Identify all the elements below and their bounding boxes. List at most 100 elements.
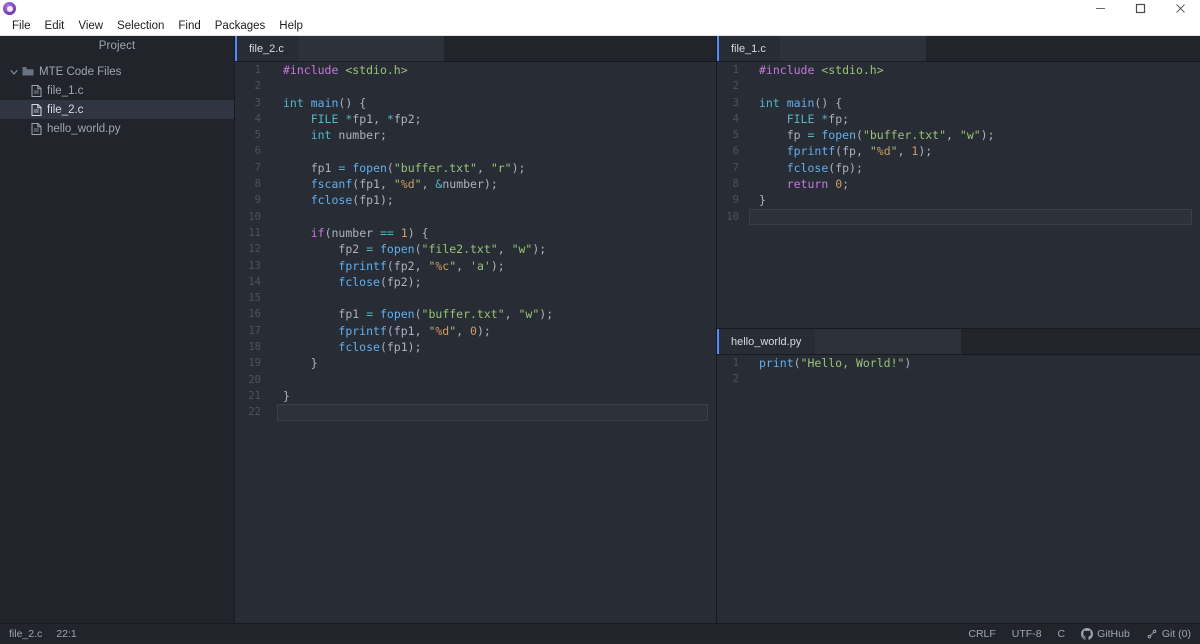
tree-item-label: hello_world.py [47, 123, 121, 135]
menu-file[interactable]: File [5, 17, 38, 36]
line-number: 9 [717, 192, 745, 208]
menu-find[interactable]: Find [171, 17, 207, 36]
status-github[interactable]: GitHub [1081, 628, 1130, 640]
menu-edit[interactable]: Edit [38, 17, 72, 36]
line-number: 14 [235, 274, 269, 290]
code-line[interactable]: 1print("Hello, World!") [717, 355, 1200, 371]
line-number: 5 [235, 127, 269, 143]
line-number: 16 [235, 306, 269, 322]
menu-packages[interactable]: Packages [208, 17, 273, 36]
cursor-line-highlight [749, 209, 1192, 225]
file-icon [28, 85, 44, 97]
maximize-button[interactable] [1120, 0, 1160, 17]
tree-root-mte-code-files[interactable]: MTE Code Files [0, 62, 234, 81]
code-line[interactable]: 1#include <stdio.h> [717, 62, 1200, 78]
line-number: 7 [717, 160, 745, 176]
line-number: 1 [717, 62, 745, 78]
code-line[interactable]: 8 fscanf(fp1, "%d", &number); [235, 176, 716, 192]
line-number: 21 [235, 388, 269, 404]
code-editor-left[interactable]: 1#include <stdio.h>23int main() {4 FILE … [235, 62, 716, 623]
code-line[interactable]: 14 fclose(fp2); [235, 274, 716, 290]
code-line[interactable]: 9 fclose(fp1); [235, 192, 716, 208]
code-line[interactable]: 17 fprintf(fp1, "%d", 0); [235, 323, 716, 339]
menu-help[interactable]: Help [272, 17, 310, 36]
code-line[interactable]: 8 return 0; [717, 176, 1200, 192]
line-number: 17 [235, 323, 269, 339]
code-line[interactable]: 12 fp2 = fopen("file2.txt", "w"); [235, 241, 716, 257]
code-line[interactable]: 3int main() { [235, 95, 716, 111]
code-line[interactable]: 2 [717, 78, 1200, 94]
chevron-down-icon[interactable] [8, 68, 20, 76]
code-line[interactable]: 7 fclose(fp); [717, 160, 1200, 176]
editor-pane-left: file_2.c 1#include <stdio.h>23int main()… [235, 36, 717, 623]
code-line[interactable]: 2 [235, 78, 716, 94]
line-content: fclose(fp2); [269, 274, 422, 290]
line-number: 4 [235, 111, 269, 127]
status-bar: file_2.c 22:1 CRLF UTF-8 C GitHub Git (0… [0, 623, 1200, 644]
line-content: fp1 = fopen("buffer.txt", "r"); [269, 160, 525, 176]
tab-file-1-c[interactable]: file_1.c [717, 36, 780, 62]
code-line[interactable]: 21} [235, 388, 716, 404]
code-line[interactable]: 11 if(number == 1) { [235, 225, 716, 241]
line-content: print("Hello, World!") [745, 355, 911, 371]
line-number: 18 [235, 339, 269, 355]
line-content: fprintf(fp2, "%c", 'a'); [269, 258, 505, 274]
code-line[interactable]: 4 FILE *fp; [717, 111, 1200, 127]
line-number: 2 [717, 78, 745, 94]
code-line[interactable]: 20 [235, 372, 716, 388]
close-button[interactable] [1160, 0, 1200, 17]
line-number: 4 [717, 111, 745, 127]
status-grammar[interactable]: C [1058, 628, 1066, 640]
code-line[interactable]: 19 } [235, 355, 716, 371]
code-line[interactable]: 3int main() { [717, 95, 1200, 111]
menu-bar: File Edit View Selection Find Packages H… [0, 17, 1200, 36]
code-line[interactable]: 10 [717, 209, 1200, 225]
status-filename[interactable]: file_2.c [9, 628, 42, 640]
code-line[interactable]: 16 fp1 = fopen("buffer.txt", "w"); [235, 306, 716, 322]
minimize-button[interactable] [1080, 0, 1120, 17]
tree-item-file-2-c[interactable]: file_2.c [0, 100, 234, 119]
code-editor-right-bottom[interactable]: 1print("Hello, World!")2 [717, 355, 1200, 623]
status-encoding[interactable]: UTF-8 [1012, 628, 1042, 640]
line-content: int main() { [745, 95, 842, 111]
code-line[interactable]: 6 fprintf(fp, "%d", 1); [717, 143, 1200, 159]
line-content: #include <stdio.h> [269, 62, 408, 78]
code-line[interactable]: 5 int number; [235, 127, 716, 143]
status-git-label: Git (0) [1162, 628, 1191, 640]
code-line[interactable]: 18 fclose(fp1); [235, 339, 716, 355]
tree-item-file-1-c[interactable]: file_1.c [0, 81, 234, 100]
line-content: FILE *fp; [745, 111, 849, 127]
line-number: 10 [235, 209, 269, 225]
code-editor-right-top[interactable]: 1#include <stdio.h>23int main() {4 FILE … [717, 62, 1200, 328]
line-number: 6 [235, 143, 269, 159]
code-line[interactable]: 2 [717, 371, 1200, 387]
status-bar-left: file_2.c 22:1 [9, 628, 77, 640]
tab-label: file_2.c [249, 43, 284, 55]
tree-item-label: file_1.c [47, 85, 83, 97]
status-git[interactable]: Git (0) [1146, 628, 1191, 640]
code-line[interactable]: 7 fp1 = fopen("buffer.txt", "r"); [235, 160, 716, 176]
code-line[interactable]: 6 [235, 143, 716, 159]
status-cursor-position[interactable]: 22:1 [56, 628, 76, 640]
tab-bar-empty-slot [298, 36, 444, 62]
code-line[interactable]: 4 FILE *fp1, *fp2; [235, 111, 716, 127]
code-line[interactable]: 13 fprintf(fp2, "%c", 'a'); [235, 258, 716, 274]
tree-item-hello-world-py[interactable]: hello_world.py [0, 119, 234, 138]
title-bar [0, 0, 1200, 17]
git-branch-icon [1146, 628, 1158, 640]
line-content: } [269, 355, 318, 371]
menu-selection[interactable]: Selection [110, 17, 171, 36]
code-line[interactable]: 22 [235, 404, 716, 420]
status-line-ending[interactable]: CRLF [968, 628, 995, 640]
line-content: fscanf(fp1, "%d", &number); [269, 176, 498, 192]
tab-hello-world-py[interactable]: hello_world.py [717, 329, 815, 355]
tree-root-label: MTE Code Files [39, 66, 121, 78]
code-line[interactable]: 1#include <stdio.h> [235, 62, 716, 78]
file-icon [28, 104, 44, 116]
tab-file-2-c[interactable]: file_2.c [235, 36, 298, 62]
code-line[interactable]: 15 [235, 290, 716, 306]
code-line[interactable]: 5 fp = fopen("buffer.txt", "w"); [717, 127, 1200, 143]
menu-view[interactable]: View [71, 17, 110, 36]
code-line[interactable]: 9} [717, 192, 1200, 208]
code-line[interactable]: 10 [235, 209, 716, 225]
